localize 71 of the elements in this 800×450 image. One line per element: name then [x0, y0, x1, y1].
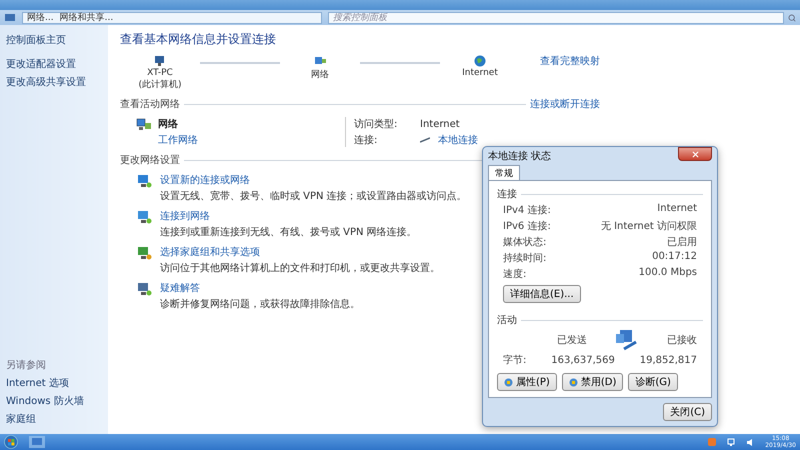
connection-link[interactable]: 本地连接: [438, 133, 478, 147]
status-value: 已启用: [667, 236, 697, 249]
see-also-heading: 另请参阅: [6, 358, 47, 372]
section-heading: 更改网络设置: [120, 154, 180, 167]
network-icon: [136, 209, 152, 225]
task-link[interactable]: 选择家庭组和共享选项: [160, 245, 440, 259]
task-description: 诊断并修复网络问题，或获得故障排除信息。: [160, 298, 360, 311]
full-map-link[interactable]: 查看完整映射: [540, 54, 600, 68]
task-description: 设置无线、宽带、拨号、临时或 VPN 连接；或设置路由器或访问点。: [160, 190, 467, 203]
status-label: 媒体状态:: [503, 236, 546, 249]
status-value: 100.0 Mbps: [638, 267, 697, 280]
task-description: 连接到或重新连接到无线、有线、拨号或 VPN 网络连接。: [160, 226, 417, 239]
dialog-title: 本地连接 状态: [488, 150, 552, 163]
map-node-sublabel: (此计算机): [138, 78, 182, 91]
detail-value: Internet: [420, 118, 460, 130]
bytes-received: 19,852,817: [640, 354, 697, 366]
status-label: 持续时间:: [503, 252, 546, 265]
detail-label: 访问类型:: [354, 118, 398, 131]
breadcrumb[interactable]: 网络和共享...: [60, 11, 114, 24]
page-title: 查看基本网络信息并设置连接: [120, 31, 277, 48]
search-icon: [788, 14, 796, 22]
bytes-label: 字节:: [503, 354, 526, 367]
detail-label: 连接:: [354, 134, 378, 147]
status-value: 无 Internet 访问权限: [600, 220, 697, 233]
map-node-label: 网络: [311, 68, 329, 81]
status-label: 速度:: [503, 268, 526, 281]
close-button[interactable]: [678, 147, 712, 161]
close-icon: [690, 150, 700, 158]
task-link[interactable]: 设置新的连接或网络: [160, 173, 467, 187]
computer-icon: [153, 54, 167, 68]
dialog-tab[interactable]: 常规: [488, 165, 520, 181]
bytes-sent: 163,637,569: [551, 354, 615, 366]
group-heading: 连接: [497, 188, 517, 201]
sidebar-link[interactable]: 控制面板主页: [6, 33, 102, 47]
sent-label: 已发送: [557, 334, 587, 347]
network-icon: [136, 245, 152, 261]
task-description: 访问位于其他网络计算机上的文件和打印机，或更改共享设置。: [160, 262, 440, 275]
close-dialog-button[interactable]: 关闭(C): [663, 403, 712, 421]
section-heading: 查看活动网络: [120, 98, 180, 111]
status-value: Internet: [657, 203, 697, 216]
network-icon[interactable]: [28, 435, 46, 449]
sidebar-link[interactable]: 更改适配器设置: [6, 57, 102, 71]
start-button[interactable]: [4, 435, 18, 449]
dialog-button[interactable]: 禁用(D): [562, 373, 624, 391]
status-label: IPv4 连接:: [503, 204, 551, 217]
address-bar[interactable]: 网络... 网络和共享...: [22, 12, 322, 24]
sidebar-link[interactable]: Internet 选项: [6, 376, 102, 390]
task-link[interactable]: 连接到网络: [160, 209, 417, 223]
control-panel-icon: [4, 12, 16, 22]
details-button[interactable]: 详细信息(E)...: [503, 285, 581, 303]
sidebar-link[interactable]: 家庭组: [6, 412, 102, 426]
globe-icon: [473, 54, 487, 68]
network-type-link[interactable]: 工作网络: [158, 133, 198, 147]
network-name: 网络: [158, 118, 179, 131]
connect-disconnect-link[interactable]: 连接或断开连接: [530, 97, 600, 111]
sidebar-link[interactable]: 更改高级共享设置: [6, 75, 102, 89]
dialog-button[interactable]: 诊断(G): [628, 373, 678, 391]
sidebar-link[interactable]: Windows 防火墙: [6, 394, 102, 408]
map-node-label: XT-PC: [147, 68, 173, 78]
breadcrumb[interactable]: 网络...: [27, 11, 54, 24]
connection-icon: [420, 137, 430, 143]
status-value: 00:17:12: [652, 251, 697, 264]
received-label: 已接收: [667, 334, 697, 347]
status-label: IPv6 连接:: [503, 220, 551, 233]
network-status-icon[interactable]: [727, 438, 736, 446]
network-icon: [136, 173, 152, 189]
map-node-label: Internet: [462, 68, 498, 78]
group-heading: 活动: [497, 314, 517, 327]
dialog-button[interactable]: 属性(P): [497, 373, 557, 391]
task-link[interactable]: 疑难解答: [160, 281, 360, 295]
network-icon: [136, 117, 152, 133]
